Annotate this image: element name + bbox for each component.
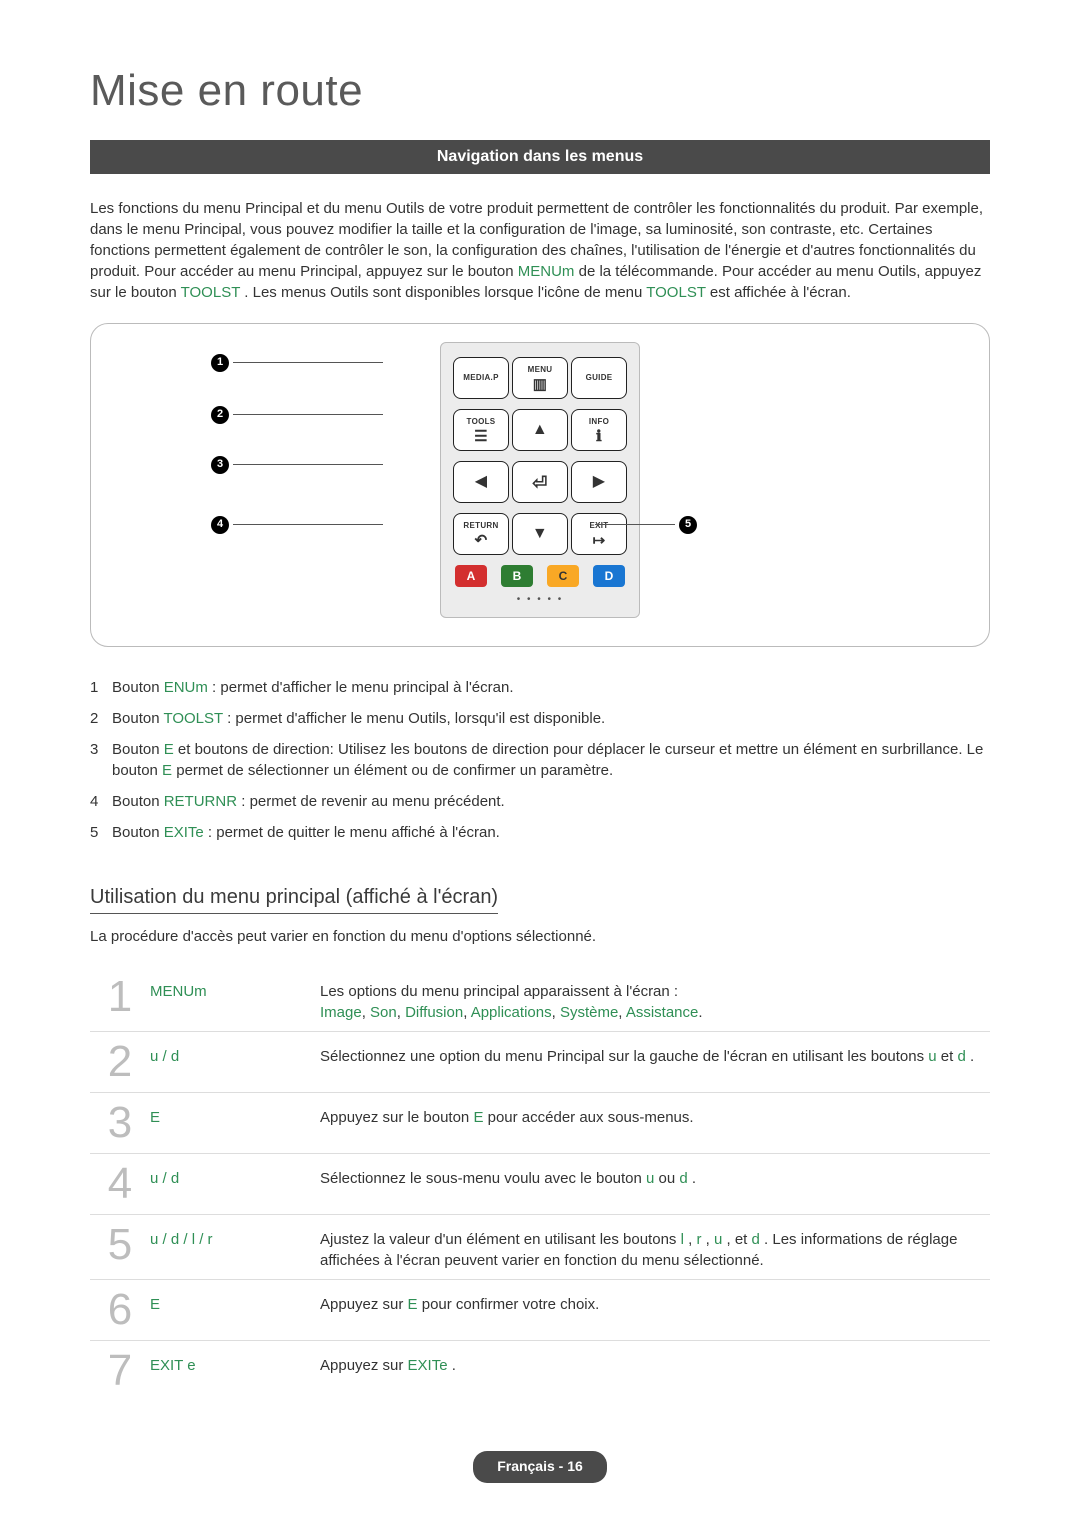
step-number: 3 (90, 1101, 150, 1145)
definition-item: 4Bouton RETURNR : permet de revenir au m… (90, 791, 990, 812)
step-number: 4 (90, 1162, 150, 1206)
left-arrow-button: ◀ (453, 461, 509, 503)
enter-icon: ⏎ (532, 474, 547, 492)
info-button: INFOℹ (571, 409, 627, 451)
page-footer: Français - 16 (90, 1451, 990, 1483)
footer-badge: Français - 16 (473, 1451, 607, 1483)
step-row: 1MENUmLes options du menu principal appa… (90, 967, 990, 1031)
enter-button: ⏎ (512, 461, 568, 503)
color-a-button: A (455, 565, 487, 587)
color-c-button: C (547, 565, 579, 587)
step-number: 2 (90, 1040, 150, 1084)
step-row: 3EAppuyez sur le bouton E pour accéder a… (90, 1092, 990, 1153)
callout-4: 4 (211, 516, 229, 534)
definition-item: 5Bouton EXITe : permet de quitter le men… (90, 822, 990, 843)
step-description: Appuyez sur E pour confirmer votre choix… (320, 1288, 990, 1315)
left-arrow-icon: ◀ (475, 474, 488, 490)
step-action: u / d (150, 1162, 320, 1189)
step-description: Appuyez sur le bouton E pour accéder aux… (320, 1101, 990, 1128)
callout-2: 2 (211, 406, 229, 424)
callout-1: 1 (211, 354, 229, 372)
step-description: Ajustez la valeur d'un élément en utilis… (320, 1223, 990, 1271)
remote-dots: • • • • • (453, 593, 627, 607)
right-arrow-button: ▶ (571, 461, 627, 503)
page-title: Mise en route (90, 60, 990, 122)
up-arrow-icon: ▲ (532, 422, 548, 438)
exit-icon: ↦ (593, 533, 606, 548)
info-icon: ℹ (596, 429, 602, 444)
up-arrow-button: ▲ (512, 409, 568, 451)
intro-paragraph: Les fonctions du menu Principal et du me… (90, 198, 990, 303)
sub-heading: Utilisation du menu principal (affiché à… (90, 883, 498, 914)
step-number: 7 (90, 1349, 150, 1393)
keyword-tools-2: TOOLST (646, 284, 705, 301)
color-b-button: B (501, 565, 533, 587)
step-description: Les options du menu principal apparaisse… (320, 975, 990, 1023)
callout-5: 5 (679, 516, 697, 534)
menu-button: MENU▥ (512, 357, 568, 399)
step-number: 6 (90, 1288, 150, 1332)
step-action: EXIT e (150, 1349, 320, 1376)
tools-button: TOOLS☰ (453, 409, 509, 451)
step-row: 6EAppuyez sur E pour confirmer votre cho… (90, 1279, 990, 1340)
definition-item: 2Bouton TOOLST : permet d'afficher le me… (90, 708, 990, 729)
down-arrow-button: ▼ (512, 513, 568, 555)
remote-body: MEDIA.P MENU▥ GUIDE TOOLS☰ ▲ INFOℹ ◀ ⏎ ▶… (440, 342, 640, 618)
steps-table: 1MENUmLes options du menu principal appa… (90, 967, 990, 1401)
step-description: Sélectionnez le sous-menu voulu avec le … (320, 1162, 990, 1189)
return-icon: ↶ (475, 533, 488, 548)
step-action: MENUm (150, 975, 320, 1002)
sub-note: La procédure d'accès peut varier en fonc… (90, 926, 990, 947)
step-action: E (150, 1288, 320, 1315)
step-action: u / d / l / r (150, 1223, 320, 1250)
step-row: 2u / dSélectionnez une option du menu Pr… (90, 1031, 990, 1092)
step-row: 5u / d / l / rAjustez la valeur d'un élé… (90, 1214, 990, 1279)
keyword-tools: TOOLST (181, 284, 240, 301)
step-description: Sélectionnez une option du menu Principa… (320, 1040, 990, 1067)
guide-button: GUIDE (571, 357, 627, 399)
step-description: Appuyez sur EXITe . (320, 1349, 990, 1376)
definition-list: 1Bouton ENUm : permet d'afficher le menu… (90, 677, 990, 843)
step-number: 5 (90, 1223, 150, 1267)
section-bar: Navigation dans les menus (90, 140, 990, 174)
right-arrow-icon: ▶ (593, 474, 606, 490)
tools-icon: ☰ (474, 429, 488, 444)
step-row: 7EXIT eAppuyez sur EXITe . (90, 1340, 990, 1401)
media-p-button: MEDIA.P (453, 357, 509, 399)
definition-item: 1Bouton ENUm : permet d'afficher le menu… (90, 677, 990, 698)
menu-icon: ▥ (533, 377, 547, 392)
keyword-menu: MENUm (518, 263, 575, 280)
return-button: RETURN↶ (453, 513, 509, 555)
definition-item: 3Bouton E et boutons de direction: Utili… (90, 739, 990, 781)
callout-3: 3 (211, 456, 229, 474)
remote-diagram: 1 2 3 4 5 MEDIA.P MENU▥ GUIDE TOOLS☰ ▲ I… (90, 323, 990, 647)
color-d-button: D (593, 565, 625, 587)
step-action: u / d (150, 1040, 320, 1067)
down-arrow-icon: ▼ (532, 526, 548, 542)
step-row: 4u / dSélectionnez le sous-menu voulu av… (90, 1153, 990, 1214)
step-number: 1 (90, 975, 150, 1019)
step-action: E (150, 1101, 320, 1128)
